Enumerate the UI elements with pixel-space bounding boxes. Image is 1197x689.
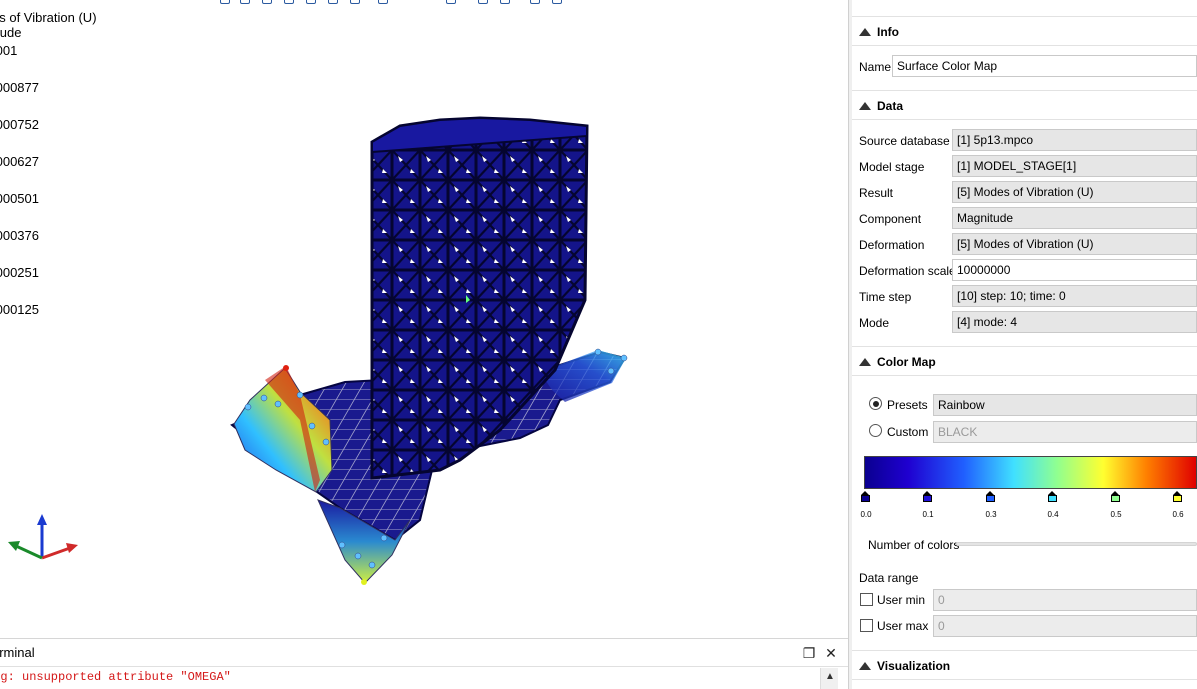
colormap-stop-value: 0.0 <box>860 510 872 519</box>
user-min-label: User min <box>877 593 926 607</box>
legend-tick: .000251 <box>0 265 39 280</box>
legend-tick: .000376 <box>0 228 39 243</box>
deformation-scale-label: Deformation scale <box>859 264 956 278</box>
user-max-label: User max <box>877 619 929 633</box>
presets-radio[interactable] <box>869 397 882 410</box>
section-info-header[interactable]: Info <box>852 16 1197 46</box>
scroll-up-icon[interactable]: ▲ <box>825 671 835 682</box>
section-visualization-header[interactable]: Visualization <box>852 650 1197 680</box>
source-database-select[interactable]: [1] 5p13.mpco <box>952 129 1197 151</box>
terminal-output[interactable]: ing: unsupported attribute "OMEGA" <box>0 668 820 689</box>
close-icon[interactable]: ✕ <box>823 645 839 661</box>
legend-subtitle: nitude <box>0 25 22 40</box>
model-stage-select[interactable]: [1] MODEL_STAGE[1] <box>952 155 1197 177</box>
colormap-stop-value: 0.3 <box>985 510 997 519</box>
data-range-label: Data range <box>859 571 919 585</box>
presets-select[interactable]: Rainbow <box>933 394 1197 416</box>
presets-label: Presets <box>887 398 928 412</box>
custom-radio[interactable] <box>869 424 882 437</box>
user-max-input[interactable]: 0 <box>933 615 1197 637</box>
legend-tick: .001 <box>0 43 18 58</box>
mode-select[interactable]: [4] mode: 4 <box>952 311 1197 333</box>
name-label: Name <box>859 60 892 74</box>
component-label: Component <box>859 212 922 226</box>
result-label: Result <box>859 186 894 200</box>
custom-label: Custom <box>887 425 929 439</box>
section-color-map-header[interactable]: Color Map <box>852 346 1197 376</box>
colormap-gradient-bar[interactable] <box>864 456 1197 489</box>
section-color-map-label: Color Map <box>877 355 936 369</box>
section-info-label: Info <box>877 25 899 39</box>
axes-triad-icon <box>8 514 78 560</box>
restore-window-icon[interactable]: ❐ <box>801 645 817 661</box>
terminal-line: ing: unsupported attribute "OMEGA" <box>0 670 231 684</box>
mode-label: Mode <box>859 316 890 330</box>
user-min-input[interactable]: 0 <box>933 589 1197 611</box>
result-select[interactable]: [5] Modes of Vibration (U) <box>952 181 1197 203</box>
custom-color-field[interactable]: BLACK <box>933 421 1197 443</box>
collapse-triangle-icon[interactable] <box>859 28 871 36</box>
section-data-label: Data <box>877 99 904 113</box>
user-min-checkbox[interactable] <box>860 593 873 606</box>
section-data-header[interactable]: Data <box>852 90 1197 120</box>
terminal-panel: erminal ❐ ✕ ing: unsupported attribute "… <box>0 638 848 689</box>
colormap-stop-value: 0.1 <box>922 510 934 519</box>
collapse-triangle-icon[interactable] <box>859 358 871 366</box>
model-stage-label: Model stage <box>859 160 925 174</box>
deformation-scale-input[interactable]: 10000000 <box>952 259 1197 281</box>
source-database-label: Source database <box>859 134 950 148</box>
deformation-select[interactable]: [5] Modes of Vibration (U) <box>952 233 1197 255</box>
section-visualization-label: Visualization <box>877 659 951 673</box>
terminal-title: erminal <box>0 645 35 660</box>
collapse-triangle-icon[interactable] <box>859 662 871 670</box>
component-select[interactable]: Magnitude <box>952 207 1197 229</box>
legend-title: es of Vibration (U) <box>0 10 97 25</box>
terminal-scrollbar[interactable]: ▲ <box>820 668 838 689</box>
time-step-select[interactable]: [10] step: 10; time: 0 <box>952 285 1197 307</box>
app-window: es of Vibration (U) nitude .001 .000877 … <box>0 0 1197 689</box>
user-max-checkbox[interactable] <box>860 619 873 632</box>
3d-viewport[interactable]: es of Vibration (U) nitude .001 .000877 … <box>0 0 848 638</box>
legend-tick: .000877 <box>0 80 39 95</box>
time-step-label: Time step <box>859 290 912 304</box>
deformation-label: Deformation <box>859 238 925 252</box>
collapse-triangle-icon[interactable] <box>859 102 871 110</box>
colormap-stop-value: 0.6 <box>1172 510 1184 519</box>
legend-tick: .000627 <box>0 154 39 169</box>
legend-tick: .000501 <box>0 191 39 206</box>
colormap-stop-value: 0.5 <box>1110 510 1122 519</box>
legend-tick: .000752 <box>0 117 39 132</box>
legend-tick: .000125 <box>0 302 39 317</box>
number-of-colors-slider[interactable] <box>956 542 1197 546</box>
terminal-header: erminal ❐ ✕ <box>0 639 848 667</box>
name-field[interactable]: Surface Color Map <box>892 55 1197 77</box>
number-of-colors-label: Number of colors <box>868 538 960 552</box>
colormap-stop-value: 0.4 <box>1047 510 1059 519</box>
structure-model-render[interactable] <box>0 0 848 638</box>
properties-panel: Info Name Surface Color Map Data Source … <box>852 0 1197 689</box>
